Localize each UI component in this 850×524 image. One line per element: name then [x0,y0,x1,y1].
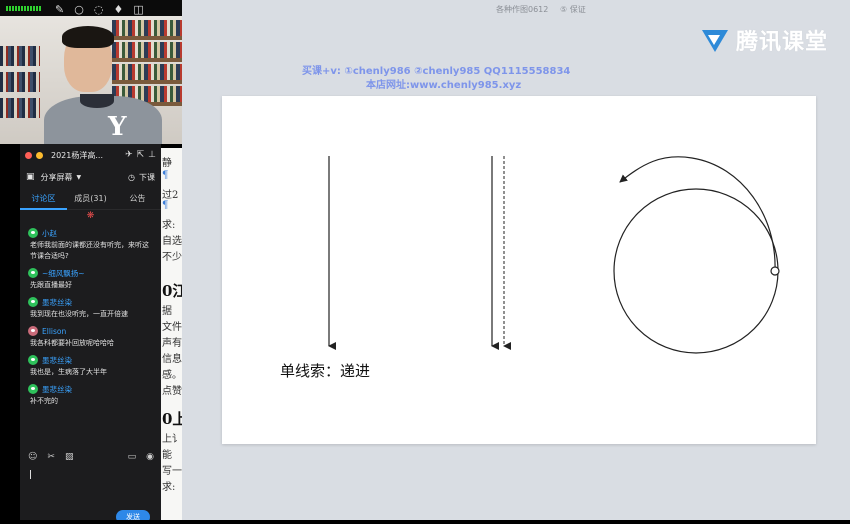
play-logo-icon [702,30,728,52]
document-title: 各种作图0612 [496,5,549,14]
doc-line: 声有 [162,338,182,349]
message-text: 老师我前面的课都还没有听完，来听这节课合适吗? [30,241,149,260]
close-window-button[interactable] [25,151,32,159]
doc-line: 求: [162,482,176,493]
record-icon[interactable]: ◉ [146,452,154,462]
doc-line: 写一 [162,466,182,477]
tab-members[interactable]: 成员(31) [67,188,114,210]
doc-line: 静 [162,158,172,169]
pin-icon[interactable]: ⊥ [148,150,156,160]
doc-line: 不少 [162,252,182,263]
message-username[interactable]: 墨悲丝染 [42,355,72,366]
chat-message: 小赵 老师我前面的课都还没有听完，来听这节课合适吗? [20,226,161,262]
avatar[interactable] [28,384,38,394]
doc-line: 点赞 [162,386,182,397]
circular-thread-spiral [619,156,776,272]
flower-icon: ❋ [86,211,95,221]
doc-line: ¶ [162,170,169,181]
message-username[interactable]: 墨悲丝染 [42,384,72,395]
doc-line: 上讠 [162,434,182,445]
chevron-down-icon[interactable]: ▼ [77,174,82,181]
chat-message: 墨悲丝染 补不完的 [20,382,161,407]
doc-line: 文件 [162,322,182,333]
tab-announcement[interactable]: 公告 [114,188,161,210]
course-title: 2021杨洋高... [51,150,103,160]
message-text: 我各科都要补回放呢哈哈哈 [30,339,114,347]
screen-share-icon: ▣ [26,172,35,182]
avatar[interactable] [28,326,38,336]
logo-text: 腾讯课堂 [736,30,829,55]
end-class-button[interactable]: ◷ 下课 [128,172,155,183]
avatar[interactable] [28,297,38,307]
watermark-line-2: 本店网址:www.chenly985.xyz [366,80,522,91]
circular-thread-circle [613,188,779,354]
message-text: 补不完的 [30,397,58,405]
tab-discussion[interactable]: 讨论区 [20,188,67,210]
chat-message: ~细风飘扬~ 先跟直播最好 [20,266,161,291]
share-row: ▣ 分享屏幕 ▼ ◷ 下课 [20,166,161,188]
laser-icon[interactable]: ♦ [113,3,123,16]
doc-line: 能 [162,450,172,461]
pencil-icon[interactable]: ✎ [55,3,64,16]
message-text: 我也是，生病落了大半年 [30,368,107,376]
doc-line: 信息 [162,354,182,365]
scissors-icon[interactable]: ✂ [47,452,55,462]
message-text: 我到现在也没听完，一直开倍速 [30,310,128,318]
doc-line: 据 [162,306,172,317]
doc-line: 自选 [162,236,182,247]
chat-tabs: 讨论区 成员(31) 公告 [20,188,161,210]
chat-input-field[interactable] [30,470,31,479]
document-strip: 静 ¶ 过2 ¶ 求: 自选 不少 0江 据 文件 声有 信息 感。 点赞 0上… [160,148,182,520]
image-icon[interactable]: ▨ [65,452,74,462]
message-username[interactable]: 小赵 [42,228,57,239]
circular-thread-start-point [770,266,780,276]
chat-message: 墨悲丝染 我到现在也没听完，一直开倍速 [20,295,161,320]
message-text: 先跟直播最好 [30,281,72,289]
circle-icon[interactable]: ○ [74,3,84,16]
doc-heading: 0江 [162,282,182,300]
network-signal-icon [6,6,42,11]
avatar[interactable] [28,228,38,238]
doc-line: 感。 [162,370,182,381]
slide-label: 单线索：递进 [280,362,371,380]
emoji-icon[interactable]: ☺ [28,452,37,462]
message-username[interactable]: 墨悲丝染 [42,297,72,308]
chat-message: Ellison 我各科都要补回放呢哈哈哈 [20,324,161,349]
share-screen-button[interactable]: 分享屏幕 [41,172,73,183]
doc-line: 过2 [162,190,179,201]
avatar[interactable] [28,355,38,365]
slide-diagram [328,156,780,354]
message-username[interactable]: Ellison [42,327,66,336]
watermark-line-1: 买课+v: ①chenly986 ②chenly985 QQ1115558834 [302,66,571,77]
doc-line: ¶ [162,200,169,211]
chat-header: 2021杨洋高... ✈ ⇱ ⊥ [20,144,161,166]
share-out-icon[interactable]: ⇱ [137,150,145,160]
doc-line: 求: [162,220,176,231]
chat-message: 墨悲丝染 我也是，生病落了大半年 [20,353,161,378]
doc-heading: 0上 [162,410,182,428]
line-width-icon[interactable]: ◫ [133,3,143,16]
comment-icon[interactable]: ▭ [128,452,137,462]
tencent-classroom-logo: 腾讯课堂 [698,24,828,56]
document-partial: ⑤ 保证 [560,5,586,14]
presentation-slide: 单线索：递进 [222,96,816,444]
classroom-chat-panel: 2021杨洋高... ✈ ⇱ ⊥ ▣ 分享屏幕 ▼ ◷ 下课 讨论区 成员(31… [19,144,161,524]
chat-input-toolbar: ☺ ✂ ▨ ▭ ◉ [28,452,154,462]
minimize-window-button[interactable] [36,151,43,159]
eraser-icon[interactable]: ◌ [94,3,104,16]
avatar[interactable] [28,268,38,278]
teacher-webcam: Y [0,16,182,144]
timer-icon: ◷ [128,172,135,182]
message-username[interactable]: ~细风飘扬~ [42,268,85,279]
plane-icon[interactable]: ✈ [125,150,133,160]
sweater-logo: Y [108,112,127,142]
